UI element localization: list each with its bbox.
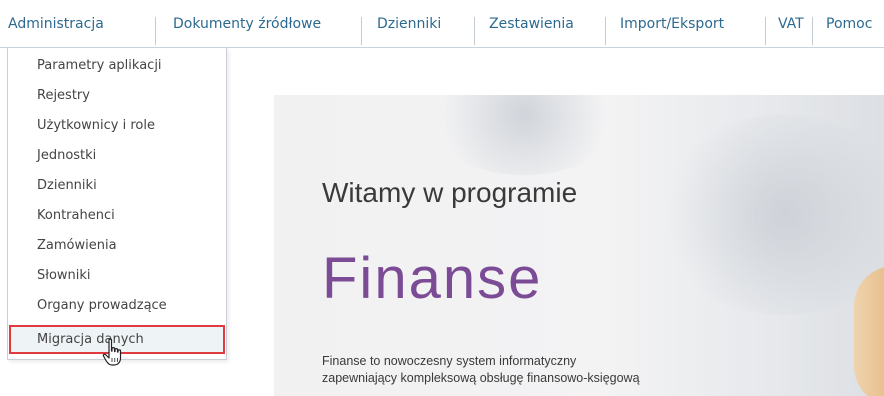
dropdown-item-dzienniki[interactable]: Dzienniki — [9, 171, 225, 200]
menu-dzienniki[interactable]: Dzienniki — [369, 0, 441, 48]
dropdown-item-kontrahenci[interactable]: Kontrahenci — [9, 201, 225, 230]
top-menu-bar: Administracja Dokumenty źródłowe Dzienni… — [0, 0, 884, 48]
hand-pointer-icon — [102, 338, 122, 366]
dropdown-item-organy-prowadzace[interactable]: Organy prowadzące — [9, 291, 225, 320]
dropdown-item-zamowienia[interactable]: Zamówienia — [9, 231, 225, 260]
dropdown-item-slowniki[interactable]: Słowniki — [9, 261, 225, 290]
menu-separator — [812, 17, 813, 45]
menu-zestawienia[interactable]: Zestawienia — [481, 0, 574, 48]
menu-dokumenty-zrodlowe[interactable]: Dokumenty źródłowe — [165, 0, 321, 48]
welcome-banner: Witamy w programie Finanse Finanse to no… — [274, 95, 884, 396]
person-image — [854, 266, 884, 396]
background-blur — [424, 95, 624, 175]
dropdown-item-rejestry[interactable]: Rejestry — [9, 81, 225, 110]
menu-import-eksport[interactable]: Import/Eksport — [612, 0, 724, 48]
description-line: Finanse to nowoczesny system informatycz… — [322, 354, 577, 368]
product-name: Finanse — [322, 246, 543, 311]
welcome-heading: Witamy w programie — [322, 177, 578, 208]
description-line: zapewniający kompleksową obsługę finanso… — [322, 371, 640, 385]
menu-separator — [474, 17, 475, 45]
dropdown-item-parametry-aplikacji[interactable]: Parametry aplikacji — [9, 51, 225, 80]
menu-vat[interactable]: VAT — [770, 0, 804, 48]
dropdown-item-jednostki[interactable]: Jednostki — [9, 141, 225, 170]
menu-separator — [155, 17, 156, 45]
menu-separator — [765, 17, 766, 45]
menu-separator — [605, 17, 606, 45]
menu-separator — [361, 17, 362, 45]
dropdown-item-uzytkownicy-i-role[interactable]: Użytkownicy i role — [9, 111, 225, 140]
background-blur — [654, 115, 884, 315]
administracja-dropdown: Parametry aplikacji Rejestry Użytkownicy… — [7, 48, 227, 360]
menu-pomoc[interactable]: Pomoc — [818, 0, 872, 48]
menu-administracja[interactable]: Administracja — [0, 0, 104, 48]
product-description: Finanse to nowoczesny system informatycz… — [322, 353, 752, 387]
